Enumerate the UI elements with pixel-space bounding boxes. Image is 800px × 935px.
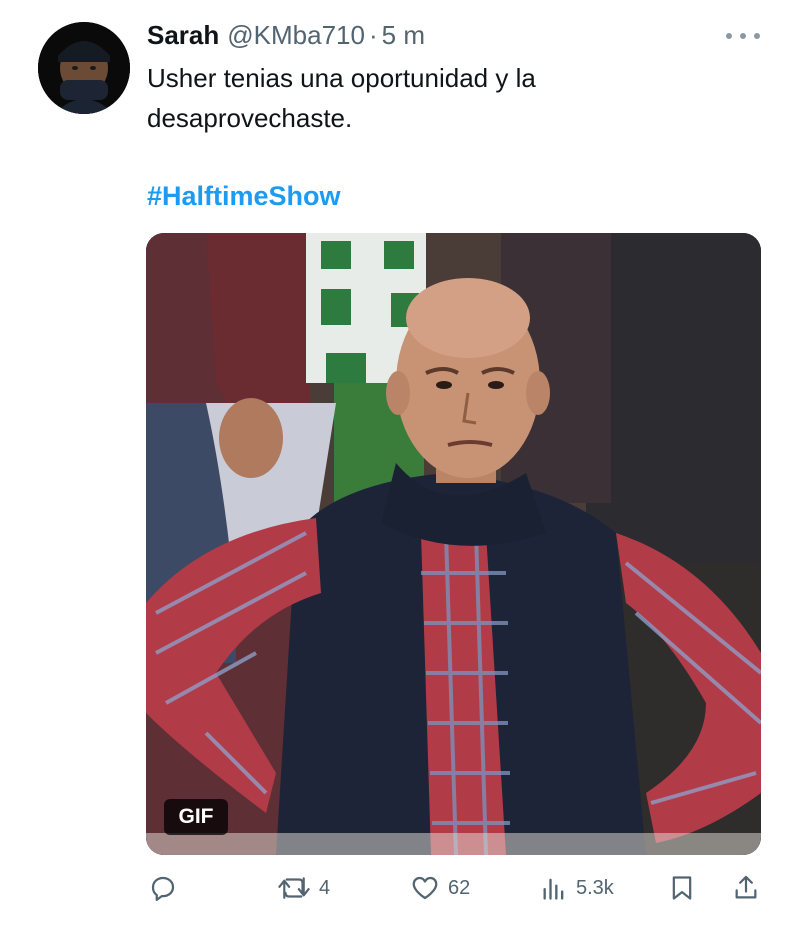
more-options-button[interactable]: [726, 24, 760, 48]
tweet-timestamp[interactable]: 5 m: [382, 20, 425, 51]
more-dot-icon: [726, 33, 732, 39]
views-button[interactable]: 5.3k: [540, 866, 614, 910]
heart-icon: [412, 876, 438, 900]
reply-button[interactable]: [148, 866, 178, 910]
author-handle[interactable]: @KMba710: [227, 20, 365, 51]
like-count: 62: [448, 876, 471, 899]
retweet-button[interactable]: 4: [277, 866, 330, 910]
retweet-count: 4: [319, 876, 331, 899]
reply-icon: [151, 876, 175, 901]
bookmark-button[interactable]: [668, 866, 696, 910]
author-name[interactable]: Sarah: [147, 20, 219, 51]
retweet-icon: [278, 877, 310, 899]
views-chart-icon: [543, 878, 564, 900]
tweet-actions-bar: 4 62 5.3k: [0, 866, 800, 910]
gif-badge: GIF: [164, 799, 228, 835]
views-count: 5.3k: [576, 876, 614, 899]
more-dot-icon: [754, 33, 760, 39]
tweet-media[interactable]: GIF: [146, 233, 761, 855]
share-button[interactable]: [732, 866, 760, 910]
like-button[interactable]: 62: [410, 866, 470, 910]
bookmark-icon: [672, 876, 692, 900]
gif-image: [146, 233, 761, 855]
avatar[interactable]: [38, 22, 130, 114]
tweet-text: Usher tenias una oportunidad y la desapr…: [147, 63, 536, 133]
avatar-image: [38, 22, 130, 114]
header-separator: ·: [368, 19, 378, 50]
tweet-header: Sarah @KMba710 · 5 m: [147, 18, 425, 52]
share-icon: [735, 875, 757, 899]
more-dot-icon: [740, 33, 746, 39]
hashtag-link[interactable]: #HalftimeShow: [147, 176, 341, 216]
